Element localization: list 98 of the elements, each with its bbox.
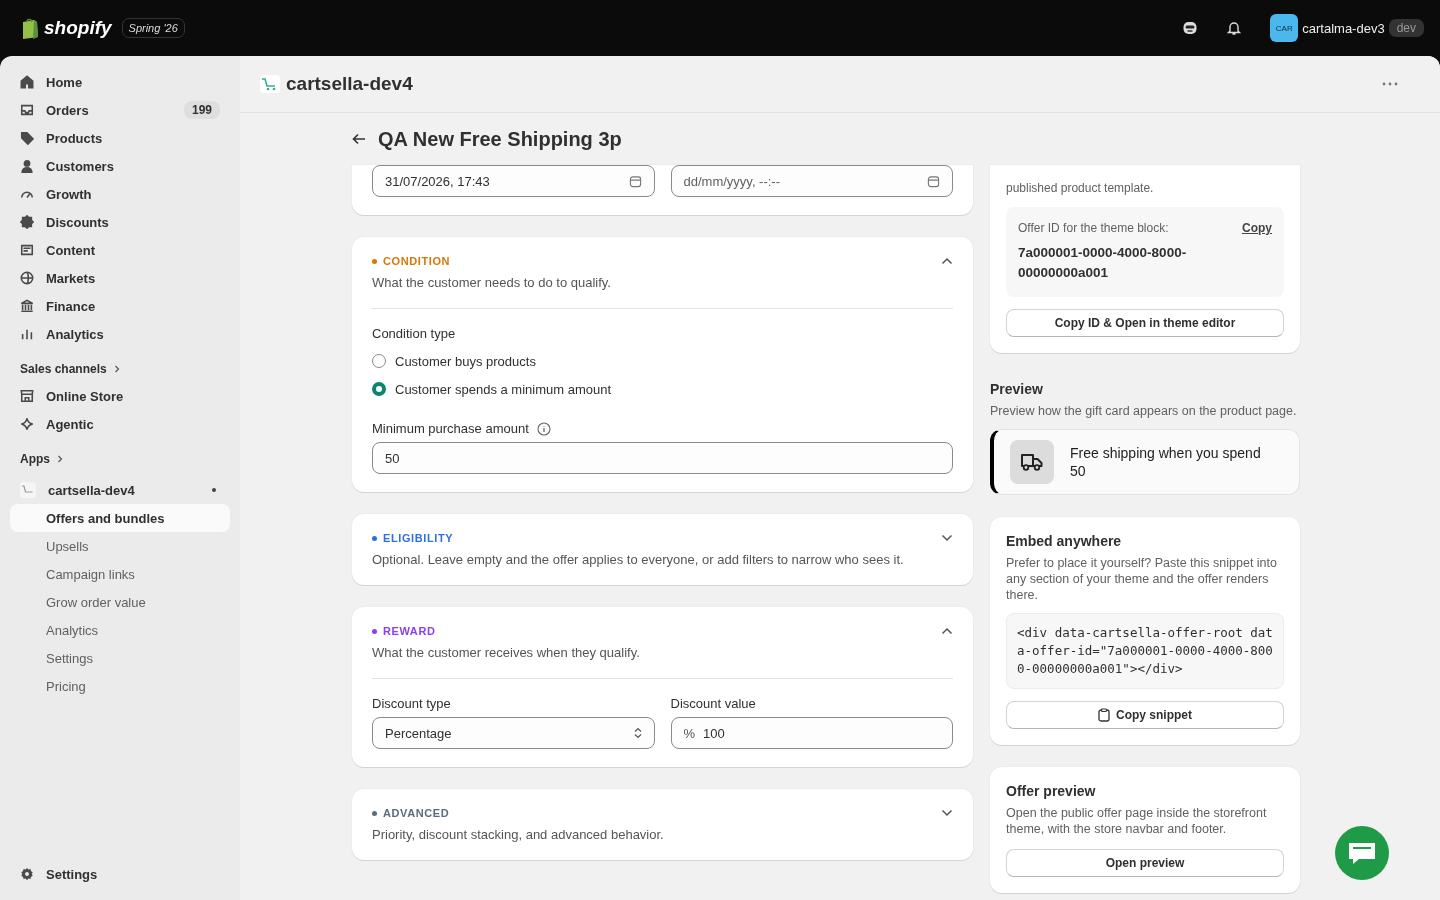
count-badge: 199 [183, 101, 220, 119]
app-title: cartsella-dev4 [286, 73, 413, 95]
subnav-item[interactable]: Offers and bundles [10, 504, 230, 532]
section-description: What the customer receives when they qualify. [372, 645, 641, 660]
clipboard-icon [1098, 708, 1110, 722]
percent-prefix: % [683, 725, 696, 741]
badge-icon [20, 215, 34, 229]
nav-item[interactable]: Products [10, 124, 230, 152]
subnav-item[interactable]: Settings [10, 644, 230, 672]
app-nav-item[interactable]: cartsella-dev4 [10, 476, 230, 504]
discount-type-select[interactable]: Percentage [372, 717, 655, 749]
edition-badge: Spring '26 [121, 18, 185, 38]
tag-icon [20, 131, 34, 145]
globe-icon [20, 271, 34, 285]
card-note: published product template. [1006, 181, 1155, 195]
nav-item[interactable]: Orders 199 [10, 96, 230, 124]
nav-item[interactable]: Analytics [10, 320, 230, 348]
settings-icon [20, 867, 34, 881]
field-label: Condition type [372, 326, 457, 341]
field-label: Discount type [372, 696, 452, 711]
section-label: CONDITION [383, 255, 451, 267]
subnav-item[interactable]: Analytics [10, 616, 230, 644]
info-icon[interactable] [536, 421, 551, 436]
date-field[interactable]: 31/07/2026, 17:43 [372, 165, 655, 197]
subnav-item[interactable]: Upsells [10, 532, 230, 560]
more-options-icon[interactable] [1382, 82, 1398, 86]
card-description: Open the public offer page inside the storefront theme, with the store navbar and footer. [1006, 805, 1268, 837]
copy-id-button[interactable]: Copy ID & Open in theme editor [1006, 309, 1284, 337]
store-name[interactable]: cartalma-dev3 [1302, 20, 1385, 36]
nav-item[interactable]: Finance [10, 292, 230, 320]
code-snippet: <div data-cartsella-offer-root data-offer-id="7a000001-0000-4000-8000-00000000a001"></div> [1006, 613, 1284, 689]
store-avatar[interactable]: CAR [1270, 14, 1299, 42]
banner-text: Free shipping when you spend 50 [1070, 444, 1262, 480]
inbox-icon [20, 103, 34, 117]
section-description: What the customer needs to do to qualify. [372, 275, 612, 290]
storefront-icon [20, 389, 34, 403]
back-arrow-icon[interactable] [352, 133, 366, 145]
card-title: Offer preview [1006, 783, 1097, 799]
field-label: Minimum purchase amount [372, 421, 529, 436]
section-title: Preview [990, 381, 1044, 397]
chevron-up-icon[interactable] [941, 257, 953, 265]
subnav-item[interactable]: Pricing [10, 672, 230, 700]
offer-id-label: Offer ID for the theme block: [1018, 221, 1169, 235]
select-arrows-icon [633, 727, 642, 739]
calendar-icon [927, 174, 940, 188]
sparkle-icon [20, 417, 34, 431]
date-field[interactable]: dd/mm/yyyy, --:-- [670, 165, 953, 197]
radio-option[interactable]: Customer spends a minimum amount [372, 375, 953, 403]
nav-item[interactable]: Settings [10, 860, 230, 888]
field-label: Discount value [670, 696, 757, 711]
section-description: Optional. Leave empty and the offer applies to everyone, or add filters to narrow who sees it. [372, 552, 905, 567]
home-icon [20, 75, 34, 89]
chevron-down-icon[interactable] [941, 534, 953, 542]
nav-item[interactable]: Content [10, 236, 230, 264]
nav-item[interactable]: Online Store [10, 382, 230, 410]
store-badge: dev [1388, 19, 1424, 37]
copy-link[interactable]: Copy [1242, 221, 1272, 235]
pin-dot [212, 488, 216, 492]
chevron-right-icon [113, 365, 120, 373]
chevron-down-icon[interactable] [941, 809, 953, 817]
shopify-wordmark[interactable]: shopify [44, 17, 112, 39]
section-label: ADVANCED [383, 807, 450, 819]
nav-item[interactable]: Markets [10, 264, 230, 292]
nav-item[interactable]: Agentic [10, 410, 230, 438]
page-title: QA New Free Shipping 3p [378, 127, 622, 151]
subnav-item[interactable]: Grow order value [10, 588, 230, 616]
chat-button[interactable] [1335, 826, 1389, 880]
card-title: Embed anywhere [1006, 533, 1123, 549]
nav-item[interactable]: Discounts [10, 208, 230, 236]
chevron-right-icon [57, 455, 63, 463]
offer-id: 7a000001-0000-4000-8000-00000000a001 [1018, 244, 1188, 282]
subnav-item[interactable]: Campaign links [10, 560, 230, 588]
nav-item[interactable]: Growth [10, 180, 230, 208]
section-description: Preview how the gift card appears on the product page. [990, 403, 1298, 419]
chevron-up-icon[interactable] [941, 627, 953, 635]
amount-field[interactable]: 50 [372, 442, 953, 474]
copy-snippet-button[interactable]: Copy snippet [1006, 701, 1284, 729]
bank-icon [20, 299, 34, 313]
chat-icon [1347, 840, 1377, 866]
section-description: Priority, discount stacking, and advanced behavior. [372, 827, 665, 842]
radio-button[interactable] [372, 382, 386, 396]
notification-bell-icon[interactable] [1226, 20, 1243, 36]
nav-item[interactable]: Customers [10, 152, 230, 180]
open-preview-button[interactable]: Open preview [1006, 849, 1284, 877]
section-label: REWARD [383, 625, 436, 637]
bar-chart-icon [20, 327, 34, 341]
card-description: Prefer to place it yourself? Paste this snippet into any section of your theme and the offer renders there. [1006, 555, 1278, 603]
person-icon [20, 159, 34, 173]
radio-option[interactable]: Customer buys products [372, 347, 953, 375]
discount-value-field[interactable]: % 100 [670, 717, 953, 749]
section-heading[interactable]: Sales channels [10, 348, 230, 382]
truck-icon [1020, 452, 1044, 472]
nav-item[interactable]: Home [10, 68, 230, 96]
section-heading[interactable]: Apps [10, 438, 230, 472]
section-label: ELIGIBILITY [383, 532, 454, 544]
document-icon [20, 243, 34, 257]
calendar-icon [628, 174, 642, 188]
shopping-bag-logo-icon [20, 17, 40, 39]
